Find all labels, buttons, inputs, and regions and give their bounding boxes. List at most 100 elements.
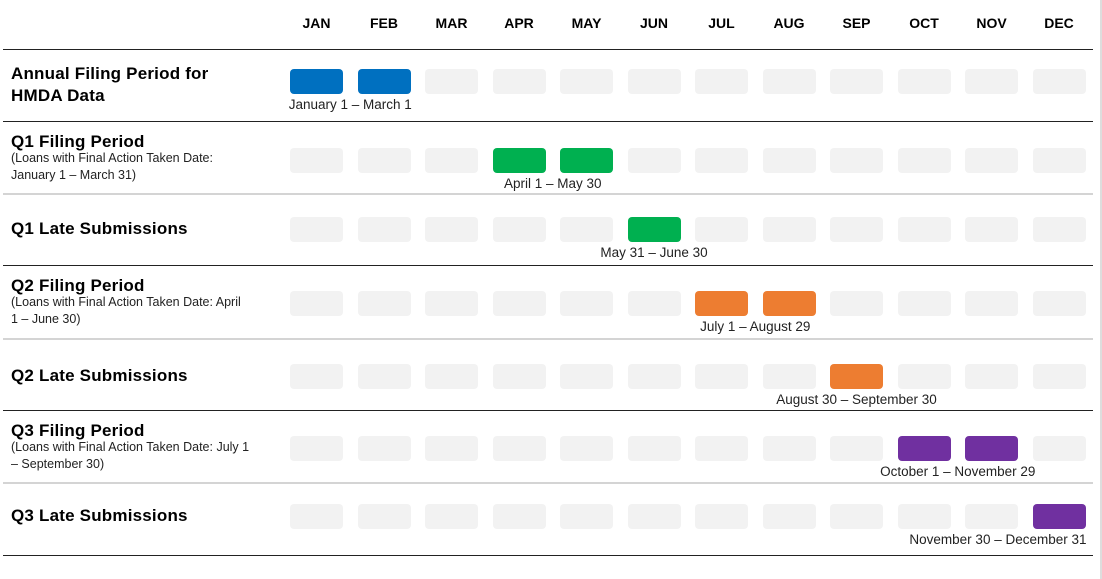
month-feb: FEB (370, 15, 398, 31)
empty-month-block (560, 291, 613, 316)
row-title: Annual Filing Period for HMDA Data (11, 64, 209, 105)
empty-month-block (425, 364, 478, 389)
active-month-block (830, 364, 883, 389)
empty-month-block (357, 217, 411, 242)
active-month-block (290, 69, 343, 94)
empty-month-block (762, 436, 816, 461)
month-apr: APR (504, 15, 534, 31)
empty-month-block (897, 148, 951, 173)
empty-month-block (425, 436, 478, 461)
date-range-label: July 1 – August 29 (700, 319, 811, 334)
empty-month-block (897, 291, 951, 316)
empty-month-block (425, 217, 478, 242)
empty-month-block (492, 69, 546, 94)
empty-month-block (1032, 148, 1086, 173)
empty-month-block (695, 217, 748, 242)
empty-month-block (425, 291, 478, 316)
row-divider (3, 193, 1093, 195)
empty-month-block (425, 69, 478, 94)
empty-month-block (290, 504, 343, 529)
empty-month-block (1032, 291, 1086, 316)
empty-month-block (830, 291, 883, 316)
empty-month-block (1032, 217, 1086, 242)
active-month-block (627, 217, 681, 242)
empty-month-block (357, 291, 411, 316)
active-month-block (695, 291, 748, 316)
month-sep: SEP (842, 15, 871, 31)
empty-month-block (1032, 69, 1086, 94)
row-subtitle: (Loans with Final Action Taken Date: Apr… (11, 295, 241, 326)
empty-month-block (627, 504, 681, 529)
date-range-label: November 30 – December 31 (909, 532, 1087, 547)
empty-month-block (965, 504, 1018, 529)
month-nov: NOV (976, 15, 1007, 31)
empty-month-block (897, 217, 951, 242)
active-month-block (965, 436, 1018, 461)
empty-month-block (1032, 364, 1086, 389)
empty-month-block (357, 148, 411, 173)
active-month-block (762, 291, 816, 316)
row-divider (3, 410, 1093, 411)
empty-month-block (560, 504, 613, 529)
empty-month-block (762, 364, 816, 389)
empty-month-block (830, 69, 883, 94)
empty-month-block (290, 291, 343, 316)
empty-month-block (695, 436, 748, 461)
row-title: Q3 Late Submissions (11, 506, 188, 525)
empty-month-block (965, 148, 1018, 173)
empty-month-block (425, 504, 478, 529)
month-mar: MAR (435, 15, 468, 31)
empty-month-block (762, 148, 816, 173)
empty-month-block (492, 436, 546, 461)
month-may: MAY (571, 15, 602, 31)
empty-month-block (492, 291, 546, 316)
row-divider (3, 265, 1093, 266)
empty-month-block (965, 217, 1018, 242)
empty-month-block (965, 291, 1018, 316)
row-subtitle: (Loans with Final Action Taken Date: Jan… (11, 151, 213, 182)
empty-month-block (830, 436, 883, 461)
empty-month-block (560, 436, 613, 461)
empty-month-block (492, 217, 546, 242)
empty-month-block (695, 148, 748, 173)
empty-month-block (492, 504, 546, 529)
empty-month-block (1032, 436, 1086, 461)
month-jan: JAN (302, 15, 331, 31)
empty-month-block (290, 148, 343, 173)
empty-month-block (762, 504, 816, 529)
empty-month-block (357, 436, 411, 461)
active-month-block (1032, 504, 1086, 529)
active-month-block (560, 148, 613, 173)
empty-month-block (290, 364, 343, 389)
empty-month-block (290, 217, 343, 242)
date-range-label: October 1 – November 29 (880, 464, 1036, 479)
row-title: Q2 Late Submissions (11, 366, 188, 385)
empty-month-block (357, 504, 411, 529)
empty-month-block (695, 504, 748, 529)
empty-month-block (830, 504, 883, 529)
row-divider (3, 555, 1093, 556)
date-range-label: May 31 – June 30 (600, 245, 708, 260)
month-aug: AUG (773, 15, 805, 31)
active-month-block (357, 69, 411, 94)
empty-month-block (425, 148, 478, 173)
month-oct: OCT (909, 15, 939, 31)
active-month-block (897, 436, 951, 461)
month-jun: JUN (639, 15, 668, 31)
active-month-block (492, 148, 546, 173)
empty-month-block (695, 364, 748, 389)
empty-month-block (965, 364, 1018, 389)
empty-month-block (762, 69, 816, 94)
empty-month-block (560, 364, 613, 389)
empty-month-block (627, 291, 681, 316)
row-title: Q1 Late Submissions (11, 219, 188, 238)
empty-month-block (695, 69, 748, 94)
date-range-label: April 1 – May 30 (503, 176, 602, 191)
empty-month-block (627, 436, 681, 461)
empty-month-block (762, 217, 816, 242)
empty-month-block (492, 364, 546, 389)
empty-month-block (965, 69, 1018, 94)
empty-month-block (897, 69, 951, 94)
empty-month-block (830, 148, 883, 173)
header-divider (3, 49, 1093, 50)
